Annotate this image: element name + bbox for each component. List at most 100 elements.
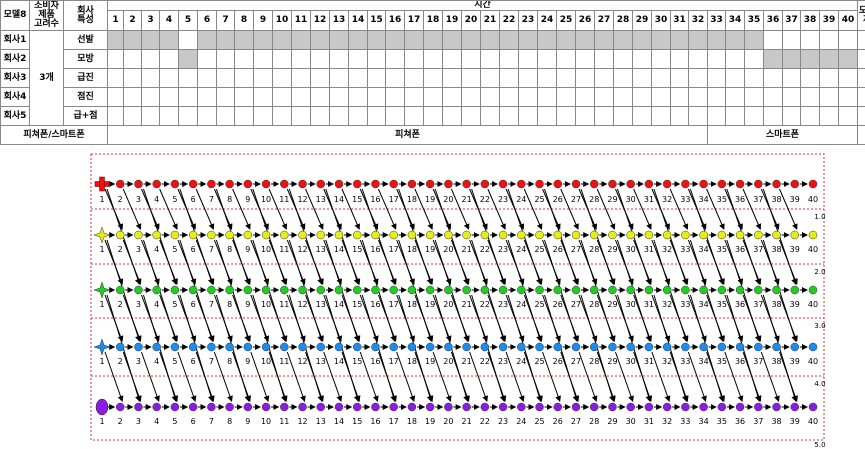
time-cell [819,30,839,50]
time-step-label: 28 [589,195,599,204]
product-node [681,230,690,240]
time-step-label: 17 [389,195,399,204]
time-cell [367,106,386,126]
time-step-label: 8 [227,245,232,254]
company-name: 회사4 [0,87,30,107]
time-step-label: 33 [680,357,690,366]
time-step-label: 19 [425,417,435,426]
product-node [535,342,544,352]
company-type: 선발 [63,30,108,50]
time-cell [272,87,292,107]
product-node [225,230,234,240]
time-number: 9 [253,10,273,31]
time-cell [819,87,839,107]
time-step-label: 19 [425,195,435,204]
time-number: 25 [556,10,576,31]
time-step-label: 9 [245,195,250,204]
time-step-label: 18 [407,195,417,204]
time-step-label: 39 [790,300,800,309]
time-step-label: 6 [191,300,196,309]
time-cell [499,68,519,88]
product-node [517,285,526,295]
product-node [152,402,161,412]
consumer-value: 3개 [29,30,64,126]
time-cell [518,106,538,126]
footer-feature-phone: 피쳐폰 [107,125,708,145]
time-cell [537,49,557,69]
time-step-label: 36 [735,357,745,366]
product-node [134,179,143,189]
time-step-label: 25 [534,245,544,254]
time-cell [594,68,614,88]
time-step-label: 1 [99,300,104,309]
time-step-label: 3 [136,417,141,426]
time-cell [367,30,386,50]
time-number: 23 [518,10,538,31]
time-step-label: 14 [334,245,344,254]
product-node [790,402,800,412]
time-step-label: 28 [589,245,599,254]
product-node [480,230,490,240]
product-node [498,342,508,352]
time-cell [480,49,500,69]
product-node [662,285,672,295]
product-node [115,230,125,240]
time-step-label: 17 [389,245,399,254]
product-node [444,230,453,240]
time-number: 26 [575,10,595,31]
time-number: 32 [688,10,708,31]
time-cell [461,68,481,88]
product-node [608,402,617,412]
product-node [535,285,544,295]
product-node [662,402,672,412]
time-step-label: 18 [407,357,417,366]
time-step-label: 25 [534,417,544,426]
time-step-label: 20 [443,195,453,204]
characteristic-label: 회사 특성 [63,0,108,31]
product-node [334,402,344,412]
time-step-label: 12 [297,357,307,366]
product-node [462,402,471,412]
time-cell [499,30,519,50]
time-step-label: 34 [699,245,709,254]
time-number: 29 [632,10,652,31]
time-cell [123,68,142,88]
time-cell [480,30,500,50]
product-node [371,179,380,189]
time-number: 19 [442,10,462,31]
company-row: 회사13개선발 34 [0,30,865,126]
product-node [188,285,198,295]
time-step-label: 5 [172,245,177,254]
time-number: 38 [800,10,820,31]
time-step-label: 6 [191,417,196,426]
product-node [608,285,617,295]
product-node [225,342,234,352]
time-cell [725,49,745,69]
time-step-label: 25 [534,357,544,366]
time-cell [234,68,254,88]
product-node [717,402,727,412]
time-cell [837,49,859,69]
time-cell [385,49,405,69]
time-step-label: 13 [316,245,326,254]
time-cell [499,49,519,69]
product-node [699,230,708,240]
product-node [626,179,635,189]
product-node [425,402,435,412]
time-step-label: 35 [717,417,727,426]
company-row: 회사2 모방 6 [0,49,865,69]
time-cell [385,106,405,126]
time-cell [310,87,330,107]
time-step-label: 18 [407,245,417,254]
time-step-label: 38 [771,300,781,309]
time-step-label: 32 [662,357,672,366]
time-cell [329,49,349,69]
product-node [517,179,526,189]
time-cell [707,30,726,50]
time-step-label: 35 [717,300,727,309]
product-node [480,179,490,189]
time-step-label: 24 [516,357,526,366]
time-cell [537,68,557,88]
time-cell [442,30,462,50]
product-node [225,285,234,295]
